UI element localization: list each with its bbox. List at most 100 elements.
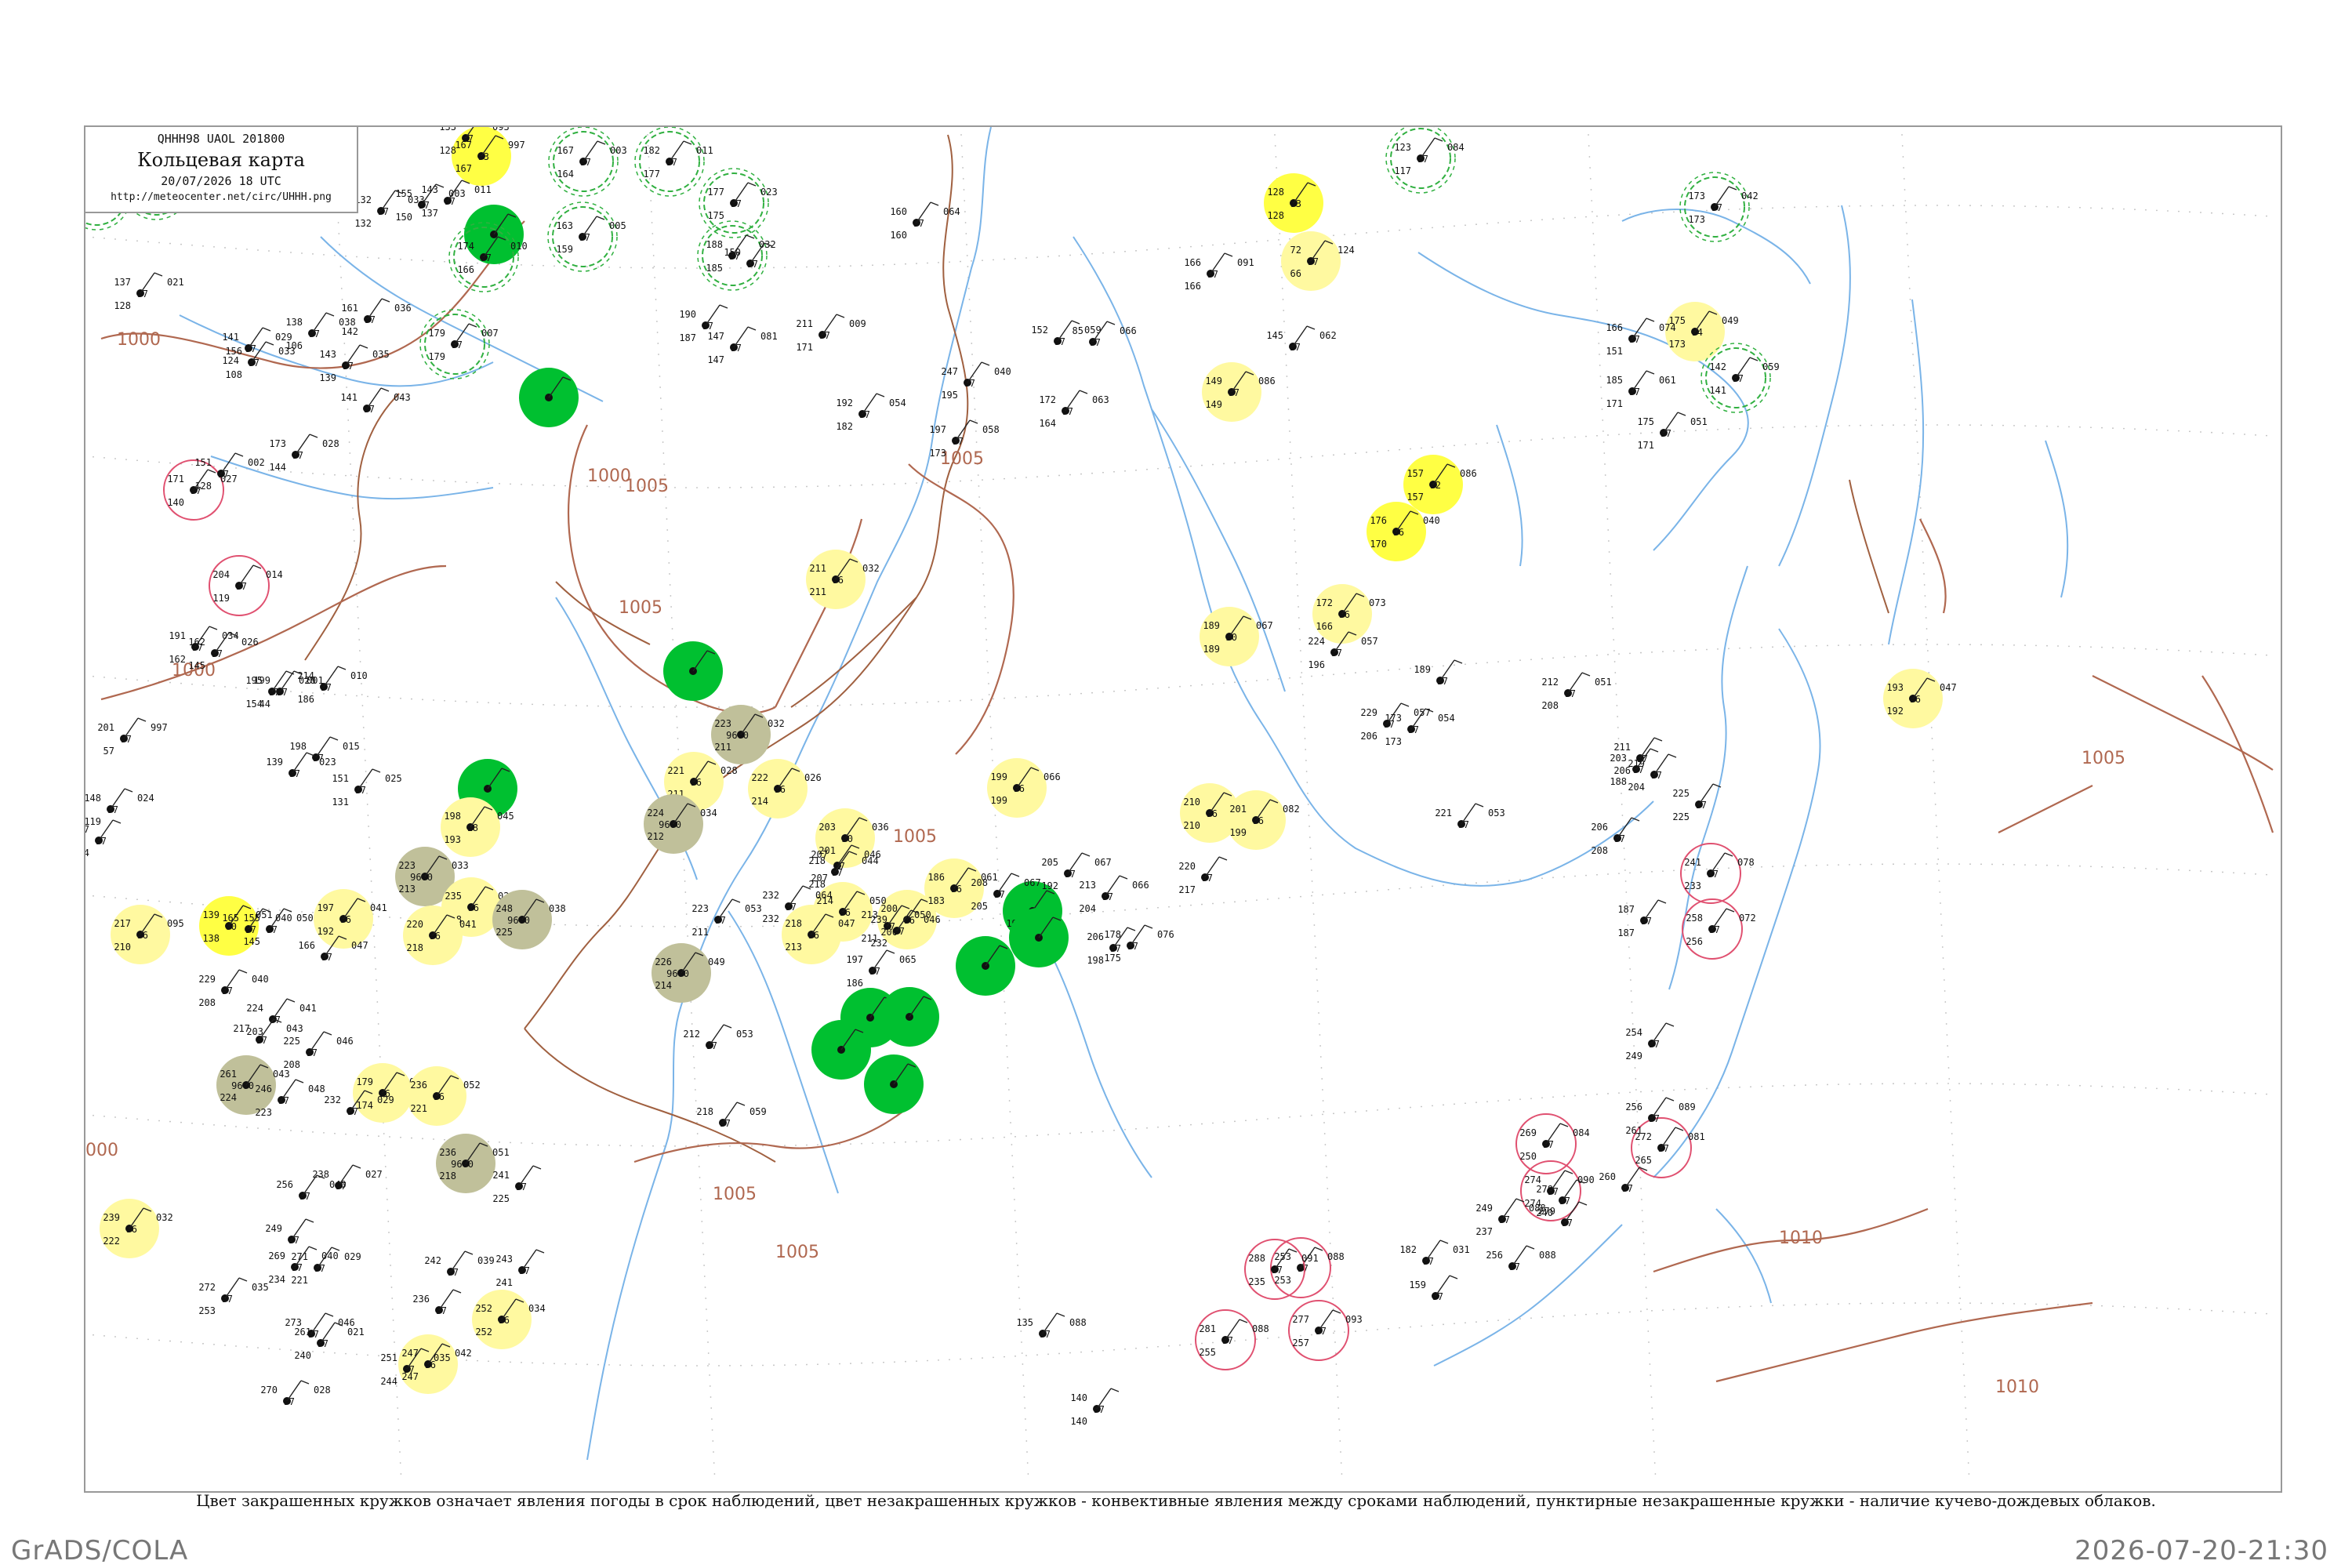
station-plot[interactable]: 236 97 [412,1289,462,1316]
station-plot[interactable]: 281 97 255 088 [1195,1309,1269,1370]
station-plot[interactable]: 222 96 214 026 [748,759,822,818]
station-plot[interactable]: 223 97 211 053 [691,898,762,938]
station-plot[interactable]: 254 97 249 [1625,1022,1675,1062]
station-plot[interactable]: 204 97 119 014 [209,555,283,616]
station-plot[interactable]: 172 96 166 073 [1312,584,1386,644]
station-plot[interactable]: 13297132033 [354,190,425,229]
station-plot[interactable]: 213 97 204 066 [1079,875,1149,914]
station-plot[interactable]: 17594173049 [1665,302,1739,361]
station-plot[interactable] [956,936,1015,996]
station-plot[interactable]: 185 97 171 061 [1606,370,1676,409]
station-plot[interactable]: 201 96 199 082 [1226,790,1300,850]
map-url[interactable]: http://meteocenter.net/circ/UHHH.png [85,191,357,203]
station-plot[interactable] [1009,908,1069,967]
station-plot[interactable]: 151 97 131 025 [332,768,402,808]
station-plot[interactable]: 189 30 189 067 [1200,607,1273,666]
station-plot[interactable]: 197 96 192 041 [314,889,387,949]
station-plot[interactable]: 166 97 151 074 [1606,318,1676,357]
station-plot[interactable]: 182 97 177 011 [634,127,713,197]
station-plot[interactable]: 277 97 257 093 [1288,1300,1363,1361]
station-plot[interactable]: 221 97 053 [1435,803,1505,830]
station-plot[interactable]: 128 93 128 [1264,173,1323,233]
station-plot[interactable]: 149 97 149 086 [1202,362,1276,422]
station-plot[interactable]: 166 97 166 091 [1184,252,1254,292]
station-plot[interactable]: 217 96 210 095 [111,905,184,964]
station-plot[interactable]: 157 92 157 086 [1403,455,1477,514]
station-plot[interactable]: 242 97 039 [424,1250,495,1278]
station-plot[interactable]: 272 97 253 035 [198,1277,269,1316]
station-plot[interactable] [880,987,939,1047]
station-plot[interactable]: 135 97 088 [1016,1312,1087,1340]
station-plot[interactable]: 177 97 175 023 [699,168,778,238]
station-plot[interactable]: 211 97 171 009 [796,314,866,353]
station-plot[interactable]: 218 97 059 [696,1102,767,1129]
station-plot[interactable]: 260 97 [1599,1167,1648,1194]
station-plot[interactable]: 249 97 237 088 [1475,1198,1546,1237]
stations-layer[interactable]: 1679316799711593113098128931287297661241… [85,127,1957,1427]
station-plot[interactable]: 193 96 192 047 [1883,669,1957,728]
station-plot[interactable]: 243 97 241 [495,1249,545,1288]
station-plot[interactable]: 173 97 144 028 [269,434,339,473]
station-plot[interactable]: 13980138051 [199,896,273,956]
station-plot[interactable] [663,641,723,701]
station-plot[interactable]: 247 97 195 040 [941,361,1011,401]
station-plot[interactable]: 258 97 256 072 [1682,898,1756,960]
station-plot[interactable]: 23897027 [312,1164,383,1192]
station-plot[interactable]: 173 97 173 042 [1679,172,1759,242]
station-plot[interactable]: 148 97 119 024 [85,788,154,827]
station-plot[interactable]: 220 97 217 [1178,856,1228,895]
station-plot[interactable]: 241 97 225 [492,1165,542,1204]
station-plot[interactable]: 236 96 221 052 [407,1066,481,1126]
station-plot[interactable]: 239 96 222 032 [100,1199,173,1258]
station-plot[interactable]: 137 97 128 021 [114,272,184,311]
station-plot[interactable] [519,368,579,427]
station-plot[interactable]: 151 97 128 002 [194,452,265,492]
station-plot[interactable]: 159 97 [1409,1275,1458,1302]
station-plot[interactable]: 256 97 088 [1486,1245,1556,1272]
station-plot[interactable]: 225 97 208 046 [283,1031,354,1070]
station-plot[interactable]: 249 97 [265,1218,314,1246]
station-plot[interactable]: 225 97 225 [1672,783,1722,822]
station-plot[interactable]: 182 97 031 [1399,1240,1470,1267]
station-plot[interactable]: 256 97 040 [276,1174,347,1202]
station-plot[interactable]: 167 97 164 003 [548,127,627,197]
station-plot[interactable]: 160 97 160 064 [890,201,960,241]
station-plot[interactable]: 22497203041 [246,998,317,1037]
station-plot[interactable]: 192 97 182 054 [836,393,906,432]
station-plot[interactable]: 85 97 066 [1073,321,1137,348]
station-plot[interactable]: 72 97 66 124 [1281,231,1355,291]
station-plot[interactable]: 2489600225 038 [492,890,566,949]
station-plot[interactable]: 261 97 240 021 [294,1322,365,1361]
station-plot[interactable] [464,205,524,264]
station-plot[interactable]: 205 97 192 067 [1041,852,1112,891]
synoptic-map[interactable]: 1000100010001005100510051005100510051010… [85,127,2281,1491]
station-plot[interactable]: 139 97 023 [266,752,336,779]
station-plot[interactable]: 175 97 171 051 [1637,412,1708,451]
station-plot[interactable]: 252 96 252 034 [472,1290,546,1349]
station-plot[interactable]: 212 97 208 051 [1541,672,1612,711]
station-plot[interactable] [864,1054,924,1114]
station-plot[interactable]: 212 97 053 [683,1024,753,1051]
station-plot[interactable]: 145 97 062 [1266,325,1337,353]
station-plot[interactable]: 269 97 250 084 [1515,1113,1590,1174]
station-plot[interactable]: 241 97 233 078 [1680,843,1755,904]
station-plot[interactable]: 2269600214 049 [652,943,725,1003]
station-plot[interactable]: 179 97 179 007 [419,309,499,379]
station-plot[interactable]: 187 97 187 [1617,899,1667,938]
station-plot[interactable]: 270 97 028 [260,1380,331,1407]
station-plot[interactable]: 211 96 211 032 [806,550,880,609]
station-plot[interactable]: 172 97 164 063 [1039,390,1109,429]
station-plot[interactable]: 201 97 57 997 [97,717,168,757]
station-plot[interactable]: 189 97 [1414,659,1463,687]
station-plot[interactable]: 163 97 159 005 [547,201,626,272]
station-plot[interactable]: 199 96 199 066 [987,758,1061,818]
station-plot[interactable]: 123 97 117 084 [1385,127,1465,194]
station-plot[interactable]: 147 97 147 081 [707,326,778,365]
station-plot[interactable]: 140 97 140 [1070,1388,1120,1427]
station-plot[interactable] [811,1020,871,1080]
station-plot[interactable]: 141 97 043 [340,387,411,415]
station-plot[interactable]: 2369600218 051 [436,1134,510,1193]
station-plot[interactable]: 206 97 208 [1591,817,1640,856]
station-plot[interactable]: 2239600211 032 [711,705,785,764]
station-plot[interactable]: 197 97 186 065 [846,949,916,989]
